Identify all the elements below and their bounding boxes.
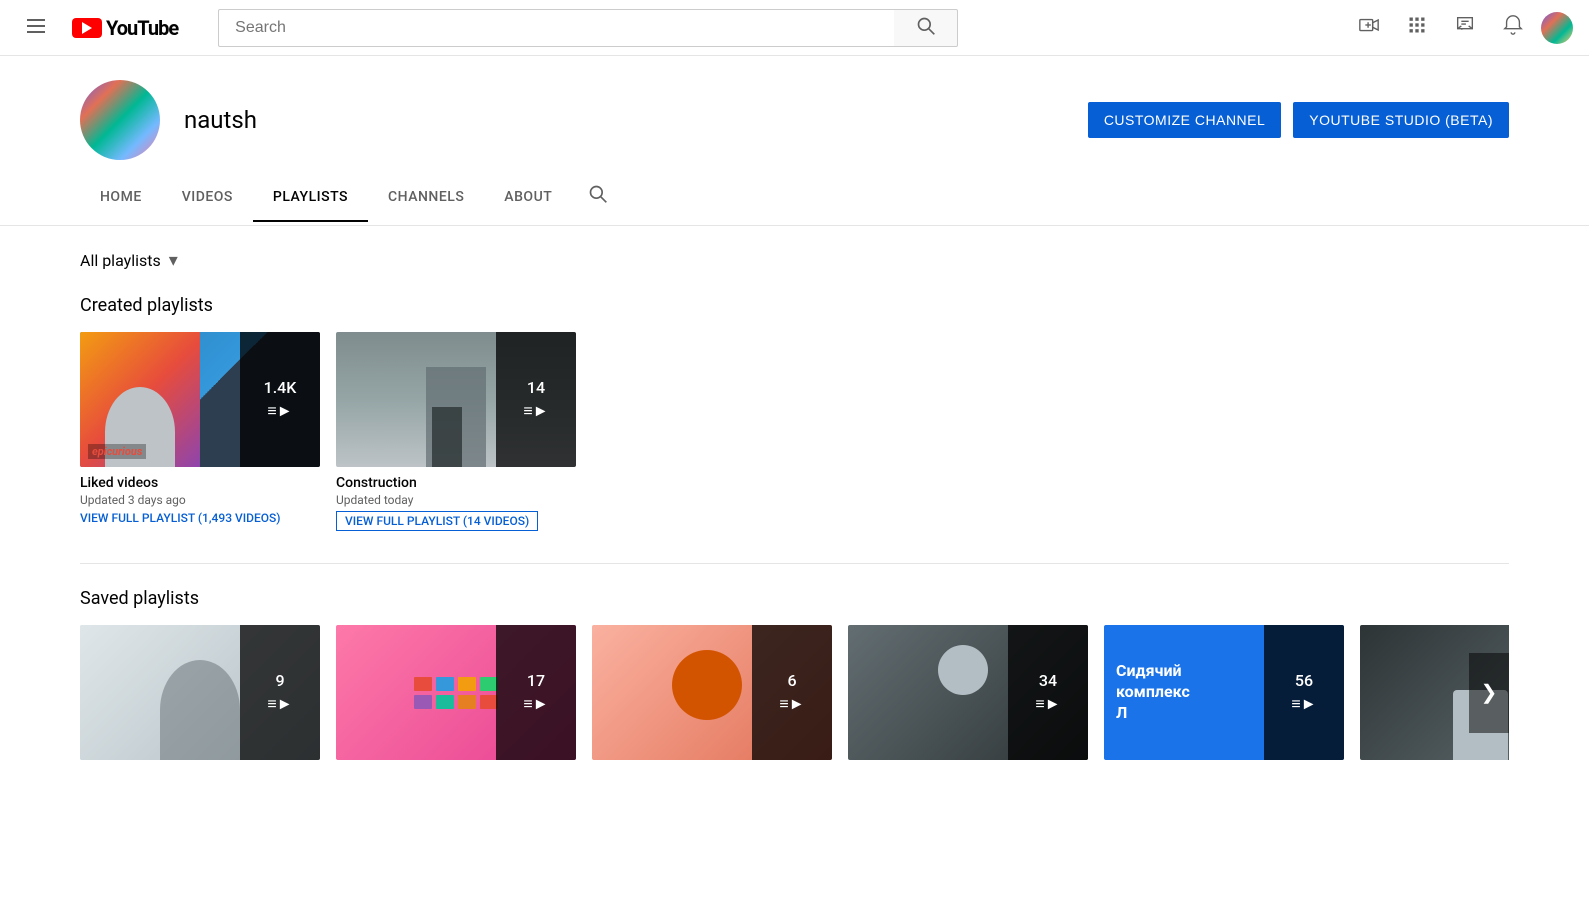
- created-playlists-title: Created playlists: [80, 295, 1509, 316]
- header-left: YouTube: [16, 8, 178, 48]
- header: YouTube: [0, 0, 1589, 56]
- youtube-studio-button[interactable]: YOUTUBE STUDIO (BETA): [1293, 102, 1509, 138]
- girl-count: 34: [1039, 671, 1057, 690]
- account-button[interactable]: [1541, 12, 1573, 44]
- next-button[interactable]: ❯: [1469, 653, 1509, 733]
- construction-count: 14: [527, 378, 545, 397]
- chevron-down-icon: ▾: [169, 250, 178, 271]
- queue-icon-ru: ≡►: [1291, 694, 1316, 714]
- nav-home[interactable]: HOME: [80, 173, 162, 221]
- nav-channels[interactable]: CHANNELS: [368, 173, 484, 221]
- liked-videos-count-overlay: 1.4K ≡►: [240, 332, 320, 467]
- create-icon: [1358, 14, 1380, 42]
- search-icon: [916, 16, 936, 39]
- playlist-card-liked[interactable]: epicurious 1.4K ≡► Liked videos Updated …: [80, 332, 320, 531]
- youtube-logo-text: YouTube: [106, 16, 178, 40]
- construction-title: Construction: [336, 475, 576, 491]
- yoga-count: 9: [275, 671, 284, 690]
- chevron-right-icon: ❯: [1481, 680, 1498, 705]
- saved-playlists-row: 9 ≡►: [80, 625, 1509, 760]
- channel-header: nautsh CUSTOMIZE CHANNEL YOUTUBE STUDIO …: [0, 56, 1589, 160]
- dog-count: 6: [787, 671, 796, 690]
- channel-actions: CUSTOMIZE CHANNEL YOUTUBE STUDIO (BETA): [1088, 102, 1509, 138]
- saved-playlist-ru[interactable]: СидячийкомплексЛ 56 ≡►: [1104, 625, 1344, 760]
- channel-nav: HOME VIDEOS PLAYLISTS CHANNELS ABOUT: [0, 168, 1589, 226]
- ru-count-overlay: 56 ≡►: [1264, 625, 1344, 760]
- art-count: 17: [527, 671, 545, 690]
- queue-icon-art: ≡►: [523, 694, 548, 714]
- saved-playlist-girl[interactable]: 34 ≡►: [848, 625, 1088, 760]
- ru-thumb: СидячийкомплексЛ 56 ≡►: [1104, 625, 1344, 760]
- channel-name: nautsh: [184, 106, 257, 134]
- channel-avatar: [80, 80, 160, 160]
- section-divider: [80, 563, 1509, 564]
- saved-playlist-art[interactable]: 17 ≡►: [336, 625, 576, 760]
- playlists-filter[interactable]: All playlists ▾: [80, 250, 1509, 271]
- channel-search-button[interactable]: [580, 168, 616, 225]
- playlists-filter-label: All playlists: [80, 251, 161, 270]
- queue-icon-2: ≡►: [523, 401, 548, 421]
- hamburger-icon: [27, 16, 45, 39]
- search-button[interactable]: [894, 9, 958, 47]
- bell-icon: [1502, 14, 1524, 42]
- messages-icon: [1454, 14, 1476, 42]
- queue-icon: ≡►: [267, 401, 292, 421]
- saved-playlists-container: 9 ≡►: [80, 625, 1509, 760]
- header-right: [1349, 8, 1573, 48]
- playlist-thumb-construction: 14 ≡►: [336, 332, 576, 467]
- notifications-button[interactable]: [1493, 8, 1533, 48]
- queue-icon-girl: ≡►: [1035, 694, 1060, 714]
- messages-button[interactable]: [1445, 8, 1485, 48]
- created-playlists-section: Created playlists epicurious 1.4K ≡►: [80, 295, 1509, 531]
- liked-videos-count: 1.4K: [264, 378, 297, 397]
- nav-playlists[interactable]: PLAYLISTS: [253, 173, 368, 221]
- dog-count-overlay: 6 ≡►: [752, 625, 832, 760]
- saved-playlist-dog[interactable]: 6 ≡►: [592, 625, 832, 760]
- dog-thumb: 6 ≡►: [592, 625, 832, 760]
- construction-updated: Updated today: [336, 493, 576, 507]
- avatar: [1541, 12, 1573, 44]
- apps-button[interactable]: [1397, 8, 1437, 48]
- saved-playlists-title: Saved playlists: [80, 588, 1509, 609]
- art-thumb: 17 ≡►: [336, 625, 576, 760]
- construction-count-overlay: 14 ≡►: [496, 332, 576, 467]
- customize-channel-button[interactable]: CUSTOMIZE CHANNEL: [1088, 102, 1281, 138]
- saved-playlist-yoga[interactable]: 9 ≡►: [80, 625, 320, 760]
- playlist-thumb-liked: epicurious 1.4K ≡►: [80, 332, 320, 467]
- ru-count: 56: [1295, 671, 1313, 690]
- liked-videos-title: Liked videos: [80, 475, 320, 491]
- apps-icon: [1407, 15, 1427, 41]
- girl-thumb: 34 ≡►: [848, 625, 1088, 760]
- liked-videos-updated: Updated 3 days ago: [80, 493, 320, 507]
- construction-view-link[interactable]: VIEW FULL PLAYLIST (14 VIDEOS): [336, 511, 538, 531]
- playlist-card-construction[interactable]: 14 ≡► Construction Updated today VIEW FU…: [336, 332, 576, 531]
- youtube-logo[interactable]: YouTube: [72, 16, 178, 40]
- main-content: All playlists ▾ Created playlists epicur…: [0, 226, 1589, 784]
- youtube-logo-icon: [72, 18, 102, 38]
- art-count-overlay: 17 ≡►: [496, 625, 576, 760]
- menu-button[interactable]: [16, 8, 56, 48]
- search-bar: [218, 9, 958, 47]
- queue-icon-dog: ≡►: [779, 694, 804, 714]
- created-playlists-grid: epicurious 1.4K ≡► Liked videos Updated …: [80, 332, 1509, 531]
- girl-count-overlay: 34 ≡►: [1008, 625, 1088, 760]
- queue-icon-yoga: ≡►: [267, 694, 292, 714]
- search-input[interactable]: [218, 9, 894, 47]
- epicurious-badge: epicurious: [88, 444, 146, 459]
- saved-playlists-section: Saved playlists 9 ≡►: [80, 588, 1509, 760]
- nav-videos[interactable]: VIDEOS: [162, 173, 253, 221]
- nav-about[interactable]: ABOUT: [484, 173, 572, 221]
- yoga-count-overlay: 9 ≡►: [240, 625, 320, 760]
- yoga-thumb: 9 ≡►: [80, 625, 320, 760]
- liked-videos-view-link[interactable]: VIEW FULL PLAYLIST (1,493 VIDEOS): [80, 511, 281, 525]
- create-video-button[interactable]: [1349, 8, 1389, 48]
